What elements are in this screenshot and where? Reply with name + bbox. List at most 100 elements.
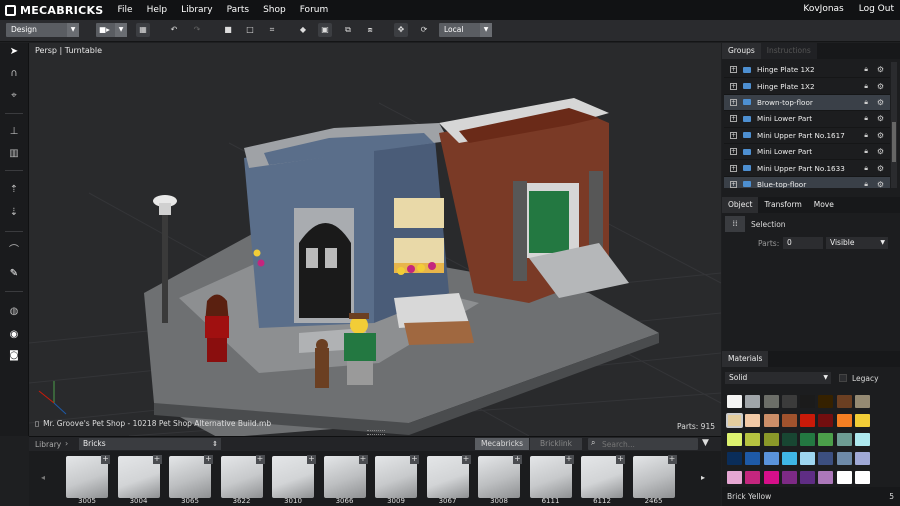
bend-tool-icon[interactable]: ⌒ [7, 244, 21, 258]
color-swatch[interactable] [800, 471, 816, 484]
color-swatch[interactable] [818, 395, 834, 408]
align-down-tool-icon[interactable]: ⇣ [7, 206, 21, 220]
expand-icon[interactable]: + [730, 164, 737, 172]
lock-icon[interactable]: 🔒︎ [864, 114, 868, 123]
parts-field[interactable]: 0 [783, 237, 823, 249]
color-swatch[interactable] [818, 471, 834, 484]
group-row[interactable]: + Hinge Plate 1X2 🔒︎ ⚙ [724, 62, 890, 79]
gear-icon[interactable]: ⚙ [877, 82, 884, 91]
color-swatch[interactable] [781, 471, 797, 484]
mode-select[interactable]: Design ▼ [6, 23, 79, 37]
expand-icon[interactable]: + [730, 148, 737, 156]
space-select[interactable]: Local ▼ [439, 23, 492, 37]
group-row[interactable]: + Blue-top-floor 🔒︎ ⚙ [724, 176, 890, 188]
color-swatch[interactable] [745, 452, 761, 465]
material-type-select[interactable]: Solid ▼ [725, 372, 831, 384]
color-swatch[interactable] [763, 395, 779, 408]
lock-icon[interactable]: 🔒︎ [864, 65, 868, 74]
scroll-left-icon[interactable]: ◂ [41, 473, 45, 482]
group-list-scrollbar[interactable] [891, 62, 897, 188]
gear-icon[interactable]: ⚙ [877, 65, 884, 74]
menu-library[interactable]: Library [181, 5, 212, 15]
redo-button[interactable]: ↷ [190, 23, 204, 37]
group-row[interactable]: + Mini Upper Part No.1633 🔒︎ ⚙ [724, 160, 890, 177]
expand-icon[interactable]: + [730, 131, 737, 139]
lock-icon[interactable]: 🔒︎ [864, 98, 868, 107]
app-logo[interactable]: MECABRICKS [5, 4, 104, 17]
color-swatch[interactable] [855, 433, 871, 446]
3d-viewport[interactable]: Persp | Turntable ▯ Mr. Groove's Pet Sho… [29, 43, 721, 436]
scroll-right-icon[interactable]: ▸ [701, 473, 705, 482]
lock-icon[interactable]: 🔒︎ [864, 82, 868, 91]
tab-instructions[interactable]: Instructions [760, 43, 817, 59]
expand-icon[interactable]: + [730, 66, 737, 74]
group-row[interactable]: + Mini Lower Part 🔒︎ ⚙ [724, 111, 890, 128]
username-link[interactable]: KovJonas [803, 4, 843, 14]
place-brick-tool-icon[interactable]: ⊥ [7, 125, 21, 139]
color-swatch[interactable] [836, 452, 852, 465]
color-swatch[interactable] [745, 433, 761, 446]
menu-file[interactable]: File [118, 5, 133, 15]
tab-materials[interactable]: Materials [722, 351, 769, 367]
color-swatch[interactable] [836, 471, 852, 484]
menu-forum[interactable]: Forum [300, 5, 329, 15]
part-tile[interactable]: +2465 [630, 454, 678, 505]
hide-tool-icon[interactable]: ◍ [7, 305, 21, 319]
panel-resize-handle[interactable] [367, 430, 385, 435]
menu-shop[interactable]: Shop [263, 5, 286, 15]
color-swatch[interactable] [836, 414, 852, 427]
part-tile[interactable]: +3008 [475, 454, 523, 505]
part-tile[interactable]: +6112 [578, 454, 626, 505]
color-swatch[interactable] [727, 433, 742, 446]
scrollbar-thumb[interactable] [892, 122, 896, 162]
menu-help[interactable]: Help [147, 5, 168, 15]
tab-bricklink[interactable]: Bricklink [530, 438, 582, 450]
crop-button[interactable]: ⌗ [265, 23, 279, 37]
color-swatch[interactable] [818, 433, 834, 446]
tab-groups[interactable]: Groups [722, 43, 761, 59]
search-field[interactable]: ⌕ [588, 438, 698, 450]
gear-icon[interactable]: ⚙ [877, 98, 884, 107]
group-button[interactable]: ▣ [318, 23, 332, 37]
part-tile[interactable]: +3066 [321, 454, 369, 505]
expand-icon[interactable]: + [730, 82, 737, 90]
color-swatch[interactable] [745, 414, 761, 427]
part-tile[interactable]: +3010 [269, 454, 317, 505]
group-row[interactable]: + Mini Lower Part 🔒︎ ⚙ [724, 144, 890, 161]
part-tile[interactable]: +3009 [372, 454, 420, 505]
visibility-select[interactable]: Visible ▼ [826, 237, 888, 249]
lock-icon[interactable]: 🔒︎ [864, 164, 868, 173]
part-tile[interactable]: +3004 [115, 454, 163, 505]
tab-object[interactable]: Object [722, 197, 759, 213]
grid-toggle-button[interactable]: ▦ [136, 23, 150, 37]
ungroup-button[interactable]: ⧉ [341, 23, 355, 37]
color-swatch[interactable] [781, 414, 797, 427]
rotate-gizmo-button[interactable]: ⟳ [417, 23, 431, 37]
gear-icon[interactable]: ⚙ [877, 180, 884, 188]
group-row[interactable]: + Mini Upper Part No.1617 🔒︎ ⚙ [724, 128, 890, 144]
expand-icon[interactable]: + [730, 115, 737, 123]
color-swatch[interactable] [763, 471, 779, 484]
add-part-button[interactable]: + [461, 455, 471, 464]
lock-icon[interactable]: 🔒︎ [864, 131, 868, 140]
category-select[interactable]: Bricks ⇕ [79, 438, 221, 450]
gear-icon[interactable]: ⚙ [877, 164, 884, 173]
color-swatch[interactable] [727, 395, 742, 408]
color-swatch[interactable] [727, 471, 742, 484]
color-swatch[interactable] [800, 452, 816, 465]
color-swatch[interactable] [727, 452, 742, 465]
undo-button[interactable]: ↶ [167, 23, 181, 37]
color-swatch[interactable] [763, 433, 779, 446]
duplicate-button[interactable]: ⧈ [363, 23, 377, 37]
tab-mecabricks[interactable]: Mecabricks [475, 438, 529, 450]
legacy-checkbox[interactable] [839, 374, 847, 382]
color-swatch[interactable] [800, 414, 816, 427]
cube-button[interactable]: ◆ [296, 23, 310, 37]
color-swatch[interactable] [781, 452, 797, 465]
color-swatch[interactable] [818, 414, 834, 427]
part-tile[interactable]: +3622 [218, 454, 266, 505]
lock-icon[interactable]: 🔒︎ [864, 180, 868, 188]
search-input[interactable] [602, 438, 694, 450]
color-swatch[interactable] [836, 433, 852, 446]
add-part-button[interactable]: + [358, 455, 368, 464]
